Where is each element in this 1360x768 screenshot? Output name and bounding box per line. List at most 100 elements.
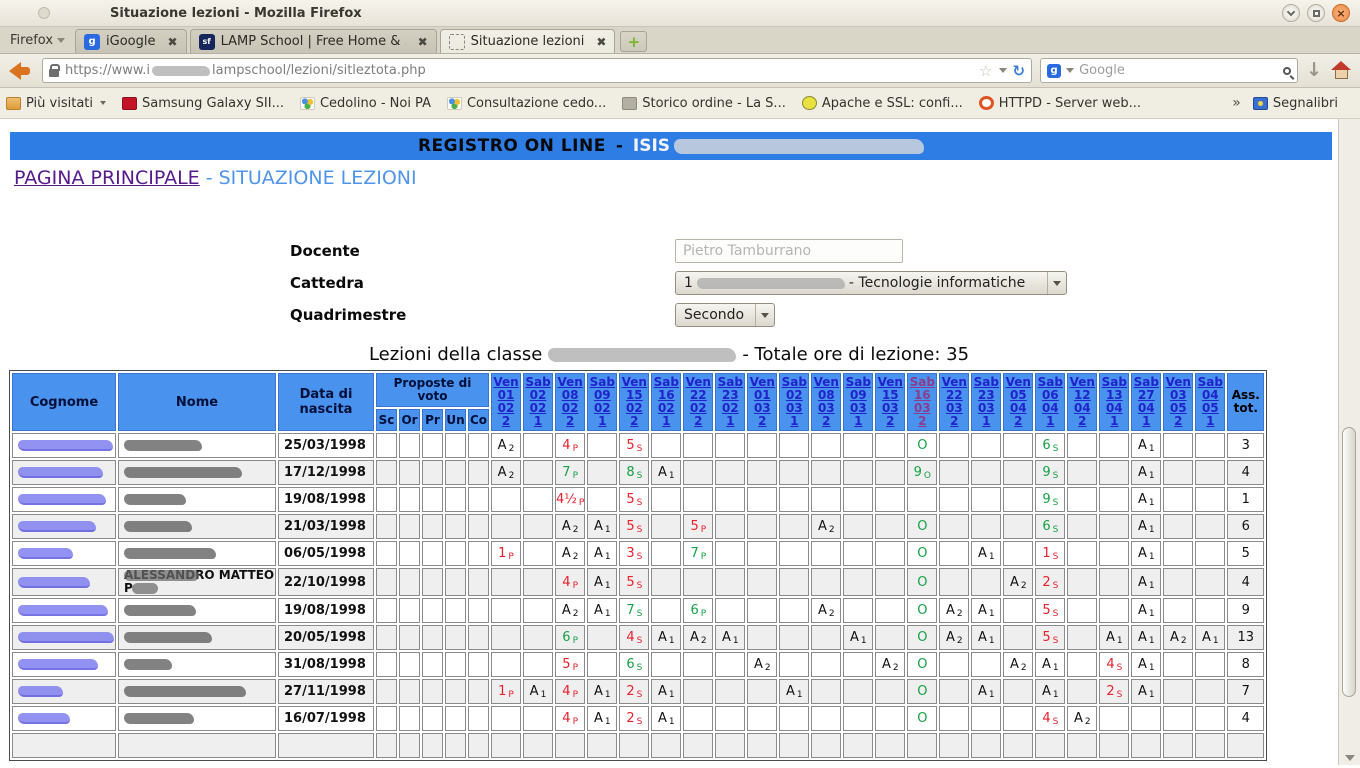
date-column-link-13-04[interactable]: Sab13041 [1099,373,1129,431]
bookmark-item-7[interactable]: HTTPD - Server web... [979,96,1141,111]
surname-redaction-scribble [18,632,114,643]
main-page-link[interactable]: PAGINA PRINCIPALE [14,167,200,189]
student-row-4: 21/03/1998A2A15S5PA2O6SA16 [12,514,1264,539]
cattedra-dropdown-arrow[interactable] [1047,272,1066,294]
student-surname-link[interactable] [12,433,116,458]
lesson-cell [1163,460,1193,485]
date-column-link-12-04[interactable]: Ven12042 [1067,373,1097,431]
student-surname-link[interactable] [12,679,116,704]
quadrimestre-dropdown-arrow[interactable] [755,304,774,326]
tab-2[interactable]: sfLAMP School | Free Home & ...✖ [190,29,437,53]
lesson-cell: A2 [555,514,585,539]
lesson-cell [779,625,809,650]
search-engine-dropdown-icon[interactable] [1066,68,1074,73]
tab-close-icon[interactable]: ✖ [168,35,178,49]
close-button[interactable]: × [1332,4,1350,22]
proposta-cell [376,514,397,539]
bookmark-item-2[interactable]: Samsung Galaxy SII... [122,96,284,111]
date-column-link-15-02[interactable]: Ven15022 [619,373,649,431]
student-surname-link[interactable] [12,460,116,485]
lesson-cell: 1P [491,679,521,704]
url-bar[interactable]: https://www.i lampschool/lezioni/sitlezt… [42,58,1032,83]
tab-3[interactable]: Situazione lezioni✖ [440,29,616,53]
date-column-link-16-02[interactable]: Sab16021 [651,373,681,431]
date-column-link-08-03[interactable]: Ven08032 [811,373,841,431]
date-column-link-22-03[interactable]: Ven22032 [939,373,969,431]
date-column-link-06-04[interactable]: Sab06041 [1035,373,1065,431]
name-redaction-scribble [124,440,202,451]
bookmark-star-icon[interactable]: ☆ [979,62,992,80]
new-tab-button[interactable]: + [620,31,647,52]
date-column-link-08-02[interactable]: Ven08022 [555,373,585,431]
date-column-link-27-04[interactable]: Sab27041 [1131,373,1161,431]
date-column-link-02-02[interactable]: Sab02021 [523,373,553,431]
tab-close-icon[interactable]: ✖ [418,35,428,49]
lesson-cell [491,652,521,677]
student-surname-link[interactable] [12,568,116,596]
date-column-link-01-02[interactable]: Ven01022 [491,373,521,431]
reload-icon[interactable]: ↻ [1013,62,1026,80]
lesson-cell [587,625,617,650]
home-button[interactable] [1330,61,1352,81]
lesson-cell [523,487,553,512]
student-surname-link[interactable] [12,733,116,758]
firefox-menu-button[interactable]: Firefox [0,33,75,53]
bookmarks-menu-button[interactable]: Segnalibri [1253,96,1338,111]
date-column-link-02-03[interactable]: Sab02031 [779,373,809,431]
scrollbar-down-arrow-icon[interactable] [1345,755,1355,761]
student-row-11: 16/07/19984PA12SA1O4SA24 [12,706,1264,731]
url-dropdown-icon[interactable] [999,68,1007,73]
date-column-link-03-05[interactable]: Ven03052 [1163,373,1193,431]
lesson-cell: A1 [587,598,617,623]
student-surname-link[interactable] [12,598,116,623]
maximize-button[interactable] [1307,4,1325,22]
lesson-cell [1163,433,1193,458]
student-surname-link[interactable] [12,706,116,731]
search-bar[interactable]: g Google [1040,58,1298,83]
page-banner: REGISTRO ON LINE - ISIS [10,132,1332,160]
tab-close-icon[interactable]: ✖ [596,35,606,49]
date-column-link-09-02[interactable]: Sab09021 [587,373,617,431]
bookmark-item-3[interactable]: Cedolino - Noi PA [300,96,431,111]
date-column-link-05-04[interactable]: Ven05042 [1003,373,1033,431]
downloads-icon[interactable]: ↓ [1306,61,1322,80]
student-surname-link[interactable] [12,514,116,539]
lesson-cell: A2 [1067,706,1097,731]
search-input[interactable]: Google [1079,63,1278,78]
student-surname-link[interactable] [12,652,116,677]
date-column-link-15-03[interactable]: Ven15032 [875,373,905,431]
lesson-cell: 5S [619,568,649,596]
bookmarks-overflow-button[interactable]: » [1232,95,1241,111]
bookmark-item-1[interactable]: Più visitati [6,96,106,111]
bookmark-item-4[interactable]: Consultazione cedo... [447,96,606,111]
search-icon[interactable] [1283,67,1291,75]
window-menu-icon[interactable] [38,7,50,19]
date-column-link-04-05[interactable]: Sab04051 [1195,373,1225,431]
lesson-cell [491,598,521,623]
lesson-cell [491,514,521,539]
date-column-link-09-03[interactable]: Sab09031 [843,373,873,431]
minimize-button[interactable] [1282,4,1300,22]
bookmark-label: Storico ordine - La S... [642,96,786,111]
bookmark-item-6[interactable]: Apache e SSL: confi... [802,96,963,111]
date-column-link-01-03[interactable]: Ven01032 [747,373,777,431]
url-text[interactable]: https://www.i lampschool/lezioni/sitlezt… [65,63,973,78]
date-column-link-22-02[interactable]: Ven22022 [683,373,713,431]
cattedra-select[interactable]: 1 - Tecnologie informatiche [675,271,1067,295]
lesson-cell: 7P [683,541,713,566]
tab-1[interactable]: giGoogle✖ [75,29,187,53]
date-column-link-16-03[interactable]: Sab16032 [907,373,937,431]
student-surname-link[interactable] [12,541,116,566]
student-row-5: 06/05/19981PA2A13S7POA11SA15 [12,541,1264,566]
student-surname-link[interactable] [12,625,116,650]
bookmark-label: Consultazione cedo... [467,96,606,111]
bookmark-item-5[interactable]: Storico ordine - La S... [622,96,786,111]
vertical-scrollbar[interactable] [1338,119,1360,765]
quadrimestre-select[interactable]: Secondo [675,303,775,327]
date-column-link-23-02[interactable]: Sab23021 [715,373,745,431]
scrollbar-thumb[interactable] [1342,427,1356,697]
student-surname-link[interactable] [12,487,116,512]
date-column-link-23-03[interactable]: Sab23031 [971,373,1001,431]
lesson-cell [811,460,841,485]
back-button[interactable] [8,58,34,84]
